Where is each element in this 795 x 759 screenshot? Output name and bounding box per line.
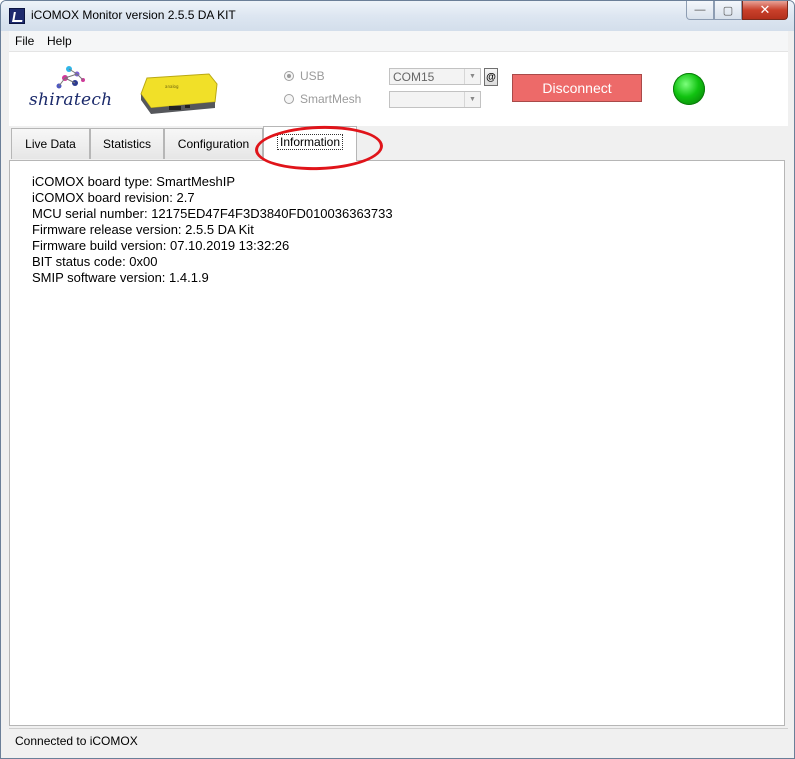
tab-configuration[interactable]: Configuration	[164, 128, 263, 159]
minimize-button[interactable]: —	[686, 1, 714, 20]
connection-status-led	[673, 73, 705, 105]
tab-strip: Live Data Statistics Configuration Infor…	[9, 126, 788, 161]
com-port-select[interactable]: COM15 ▼	[389, 68, 481, 85]
information-lines: iCOMOX board type: SmartMeshIP iCOMOX bo…	[32, 174, 393, 286]
usb-radio[interactable]	[284, 71, 294, 81]
status-text: Connected to iCOMOX	[15, 734, 138, 748]
status-bar: Connected to iCOMOX	[9, 728, 788, 753]
information-panel: iCOMOX board type: SmartMeshIP iCOMOX bo…	[9, 160, 785, 726]
tab-statistics[interactable]: Statistics	[90, 128, 164, 159]
chevron-down-icon[interactable]: ▼	[464, 69, 480, 84]
usb-label: USB	[300, 69, 325, 83]
svg-text:analog: analog	[165, 84, 179, 89]
info-firmware-release: Firmware release version: 2.5.5 DA Kit	[32, 222, 254, 237]
menu-bar: File Help	[9, 31, 788, 52]
logo-text: shiratech	[29, 90, 113, 110]
smartmesh-option[interactable]: SmartMesh	[284, 92, 361, 106]
info-bit-status: BIT status code: 0x00	[32, 254, 158, 269]
info-mcu-serial: MCU serial number: 12175ED47F4F3D3840FD0…	[32, 206, 393, 221]
smartmesh-radio[interactable]	[284, 94, 294, 104]
info-board-type: iCOMOX board type: SmartMeshIP	[32, 174, 236, 189]
window-controls: — ▢ ✕	[686, 1, 788, 21]
info-firmware-build: Firmware build version: 07.10.2019 13:32…	[32, 238, 290, 253]
title-bar[interactable]: iCOMOX Monitor version 2.5.5 DA KIT — ▢ …	[1, 1, 794, 31]
window-title: iCOMOX Monitor version 2.5.5 DA KIT	[31, 8, 236, 22]
connection-header: shiratech analog USB SmartMesh COM15 ▼ ▼…	[9, 52, 788, 126]
disconnect-button[interactable]: Disconnect	[512, 74, 642, 102]
com-port-value: COM15	[393, 70, 435, 84]
menu-help[interactable]: Help	[47, 34, 72, 48]
at-button[interactable]: @	[484, 68, 498, 86]
mesh-port-select[interactable]: ▼	[389, 91, 481, 108]
app-window: iCOMOX Monitor version 2.5.5 DA KIT — ▢ …	[0, 0, 795, 759]
usb-option[interactable]: USB	[284, 69, 325, 83]
smartmesh-label: SmartMesh	[300, 92, 362, 106]
tab-live-data[interactable]: Live Data	[11, 128, 90, 159]
icomox-device-icon: analog	[140, 73, 218, 114]
app-icon[interactable]	[9, 8, 25, 24]
menu-file[interactable]: File	[15, 34, 34, 48]
chevron-down-icon[interactable]: ▼	[464, 92, 480, 107]
maximize-button[interactable]: ▢	[714, 1, 742, 20]
close-button[interactable]: ✕	[742, 1, 788, 20]
info-board-revision: iCOMOX board revision: 2.7	[32, 190, 195, 205]
info-smip-version: SMIP software version: 1.4.1.9	[32, 270, 209, 285]
